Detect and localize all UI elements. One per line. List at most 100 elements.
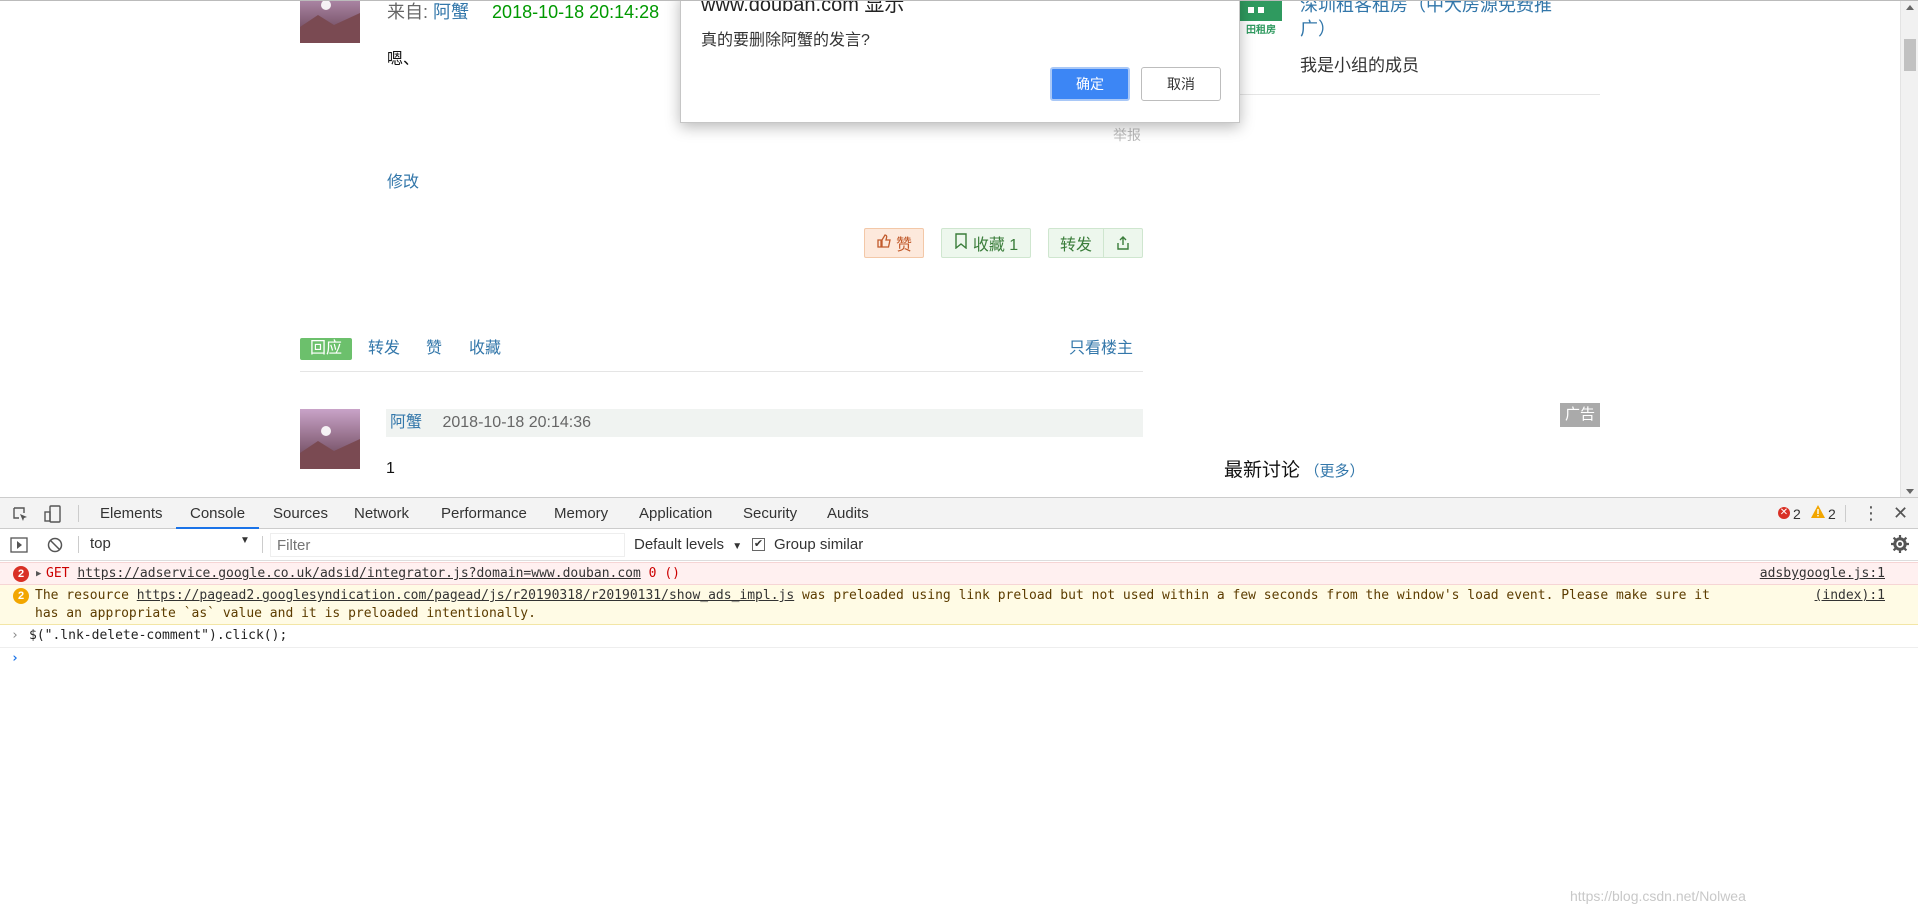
devtools-tabbar: Elements Console Sources Network Perform… [0, 498, 1918, 529]
group-similar-label: Group similar [774, 536, 864, 553]
console-command-row: › $(".lnk-delete-comment").click(); [0, 625, 1918, 648]
console-error-row: 2 ▶ GET https://adservice.google.co.uk/a… [0, 562, 1918, 585]
context-value: top [90, 535, 111, 552]
bookmark-icon [954, 232, 968, 254]
group-name-line2[interactable]: 广） [1300, 15, 1336, 41]
warning-repeat-badge: 2 [13, 588, 29, 604]
console-prompt[interactable]: › [0, 648, 1918, 671]
error-count-icon[interactable]: ✕ [1778, 507, 1790, 519]
expand-triangle-icon[interactable]: ▶ [36, 566, 41, 582]
tab-security[interactable]: Security [743, 498, 797, 529]
scrollbar-thumb[interactable] [1904, 39, 1916, 71]
ok-button[interactable]: 确定 [1050, 67, 1130, 101]
warning-message-line2: has an appropriate `as` value and it is … [35, 606, 536, 621]
sidebar-divider [1223, 94, 1600, 95]
dialog-message: 真的要删除阿蟹的发言? [701, 32, 870, 49]
tab-sources[interactable]: Sources [273, 498, 328, 529]
error-url-link[interactable]: https://adservice.google.co.uk/adsid/int… [77, 566, 641, 581]
reply-time: 2018-10-18 20:14:36 [442, 414, 592, 431]
log-levels-label: Default levels [634, 536, 725, 553]
input-chevron-icon: › [11, 628, 19, 643]
chevron-down-icon: ▼ [240, 535, 250, 546]
like-button[interactable]: 赞 [864, 228, 924, 258]
warning-source-link[interactable]: (index):1 [1815, 587, 1885, 605]
post-author-link[interactable]: 阿蟹 [433, 2, 469, 22]
more-options-icon[interactable]: ⋮ [1862, 503, 1880, 523]
tab-performance[interactable]: Performance [441, 498, 527, 529]
toolbar-divider [262, 536, 263, 553]
gear-icon[interactable] [1891, 535, 1909, 557]
tab-application[interactable]: Application [639, 498, 712, 529]
toolbar-divider [78, 536, 79, 553]
reply-tabs: 回应 转发 赞 收藏 只看楼主 [300, 338, 1143, 372]
toolbar-divider [1845, 505, 1846, 522]
warning-text-after: was preloaded using link preload but not… [802, 588, 1710, 603]
collect-button[interactable]: 收藏 1 [941, 228, 1031, 258]
error-method: GET [46, 566, 70, 581]
prompt-chevron-icon: › [11, 651, 19, 666]
thumb-up-icon [876, 233, 892, 254]
warning-count-icon[interactable] [1811, 505, 1825, 522]
post-meta: 来自: 阿蟹 2018-10-18 20:14:28 [387, 1, 659, 24]
report-link[interactable]: 举报 [1113, 125, 1141, 145]
reply-meta-bar: 阿蟹 2018-10-18 20:14:36 [386, 409, 1143, 437]
membership-text: 我是小组的成员 [1300, 56, 1419, 75]
devtools-panel: Elements Console Sources Network Perform… [0, 497, 1918, 915]
vertical-scrollbar[interactable] [1900, 1, 1918, 497]
tab-audits[interactable]: Audits [827, 498, 869, 529]
only-op-link[interactable]: 只看楼主 [1069, 338, 1133, 360]
scroll-up-icon[interactable] [1906, 5, 1914, 10]
reply-author-link[interactable]: 阿蟹 [390, 414, 422, 431]
edit-link[interactable]: 修改 [387, 168, 419, 192]
filter-input[interactable] [270, 533, 625, 557]
tab-reply[interactable]: 回应 [300, 338, 352, 360]
log-levels-dropdown[interactable]: Default levels ▼ [634, 532, 742, 557]
tab-collect[interactable]: 收藏 [469, 338, 501, 360]
tab-console[interactable]: Console [176, 498, 260, 529]
console-toolbar: top ▼ Default levels ▼ ✔ Group similar [0, 529, 1918, 561]
close-devtools-icon[interactable]: ✕ [1893, 503, 1908, 523]
share-button[interactable]: 转发 [1048, 228, 1143, 258]
command-text: $(".lnk-delete-comment").click(); [29, 628, 288, 643]
warning-url-link[interactable]: https://pagead2.googlesyndication.com/pa… [137, 588, 794, 603]
clear-console-icon[interactable] [47, 537, 63, 557]
tab-share[interactable]: 转发 [368, 338, 400, 360]
warning-count[interactable]: 2 [1828, 504, 1836, 524]
error-count[interactable]: 2 [1793, 504, 1801, 524]
error-source-link[interactable]: adsbygoogle.js:1 [1760, 565, 1885, 583]
group-similar-checkbox[interactable]: ✔ [752, 538, 765, 551]
cancel-button[interactable]: 取消 [1141, 67, 1221, 101]
post-content: 嗯、 [387, 51, 420, 68]
from-label: 来自: [387, 2, 429, 22]
toolbar-divider [78, 505, 79, 522]
scroll-down-icon[interactable] [1906, 489, 1914, 494]
error-detail: 0 () [648, 566, 680, 581]
more-suffix: ） [1349, 463, 1365, 480]
reply-content: 1 [386, 460, 395, 477]
tab-memory[interactable]: Memory [554, 498, 608, 529]
latest-discussions-header: 最新讨论 （更多） [1224, 455, 1365, 482]
sidebar-toggle-icon[interactable] [10, 537, 28, 557]
inspect-element-icon[interactable] [12, 506, 29, 527]
error-message: GET https://adservice.google.co.uk/adsid… [46, 565, 680, 583]
reply-avatar[interactable] [300, 409, 360, 469]
share-icon[interactable] [1104, 235, 1142, 251]
context-selector[interactable]: top ▼ [82, 532, 254, 557]
ad-badge: 广告 [1560, 403, 1600, 427]
watermark: https://blog.csdn.net/Nolwea [1570, 888, 1746, 904]
tab-network[interactable]: Network [354, 498, 409, 529]
warning-text-before: The resource [35, 588, 129, 603]
confirm-dialog: www.douban.com 显示 真的要删除阿蟹的发言? 确定 取消 [680, 1, 1240, 123]
collect-label: 收藏 1 [972, 237, 1019, 254]
warning-message-line1: The resource https://pagead2.googlesyndi… [35, 587, 1710, 605]
more-link[interactable]: 更多 [1319, 463, 1349, 480]
latest-title: 最新讨论 [1224, 460, 1301, 481]
logo-text: 田租房 [1240, 21, 1282, 41]
group-name-line1[interactable]: 深圳租客租房（中大房源免费推 [1300, 1, 1552, 17]
tab-like[interactable]: 赞 [426, 338, 442, 360]
author-avatar[interactable] [300, 1, 360, 43]
group-logo[interactable]: 田租房 [1240, 1, 1282, 41]
tab-elements[interactable]: Elements [100, 498, 163, 529]
console-warning-row: 2 The resource https://pagead2.googlesyn… [0, 585, 1918, 625]
device-toolbar-icon[interactable] [44, 505, 62, 527]
